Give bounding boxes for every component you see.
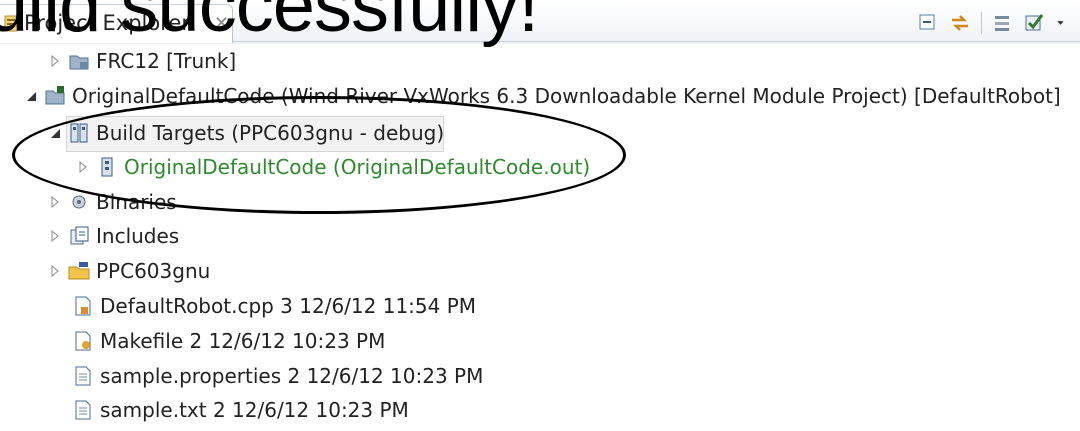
- collapse-all-icon[interactable]: [917, 12, 939, 34]
- project-icon: [69, 55, 89, 70]
- tree-item-label: Includes: [96, 224, 180, 248]
- tree-item-ppc-folder[interactable]: PPC603gnu: [48, 255, 210, 287]
- tree-item-label: sample.txt 2 12/6/12 10:23 PM: [100, 398, 409, 422]
- filter-icon[interactable]: [992, 12, 1014, 34]
- project-icon: [45, 86, 65, 105]
- tree-item-label: sample.properties 2 12/6/12 10:23 PM: [100, 364, 484, 388]
- expand-arrow-icon[interactable]: [48, 54, 62, 68]
- expand-arrow-icon[interactable]: [48, 195, 62, 209]
- tree-item-label: DefaultRobot.cpp 3 12/6/12 11:54 PM: [100, 294, 477, 318]
- properties-file-icon: [75, 366, 91, 386]
- tree-item-label: FRC12 [Trunk]: [96, 49, 237, 73]
- view-menu-icon[interactable]: [1056, 12, 1070, 34]
- tree-item-includes[interactable]: Includes: [48, 220, 179, 252]
- cpp-file-icon: [75, 296, 91, 316]
- overlay-caption: uild successfully!: [0, 0, 539, 48]
- folder-icon: [68, 262, 90, 280]
- expand-arrow-icon[interactable]: [48, 264, 62, 278]
- makefile-icon: [75, 331, 91, 351]
- link-with-editor-icon[interactable]: [949, 12, 971, 34]
- tree-item-file[interactable]: DefaultRobot.cpp 3 12/6/12 11:54 PM: [72, 290, 476, 322]
- tree-item-label: Makefile 2 12/6/12 10:23 PM: [100, 329, 386, 353]
- view-toolbar: [917, 10, 1070, 36]
- text-file-icon: [75, 400, 91, 420]
- expand-arrow-icon[interactable]: [48, 229, 62, 243]
- focus-task-icon[interactable]: [1024, 12, 1046, 34]
- binaries-icon: [72, 195, 86, 209]
- tree-item-file[interactable]: sample.txt 2 12/6/12 10:23 PM: [72, 394, 409, 426]
- toolbar-separator: [981, 12, 982, 34]
- collapse-arrow-icon[interactable]: [24, 89, 38, 103]
- tree-item-file[interactable]: Makefile 2 12/6/12 10:23 PM: [72, 325, 385, 357]
- tree-item-frc12[interactable]: FRC12 [Trunk]: [48, 45, 236, 77]
- annotation-ellipse: [12, 96, 626, 214]
- tree-item-file[interactable]: sample.properties 2 12/6/12 10:23 PM: [72, 360, 483, 392]
- includes-icon: [70, 226, 89, 245]
- tree-item-label: PPC603gnu: [96, 259, 211, 283]
